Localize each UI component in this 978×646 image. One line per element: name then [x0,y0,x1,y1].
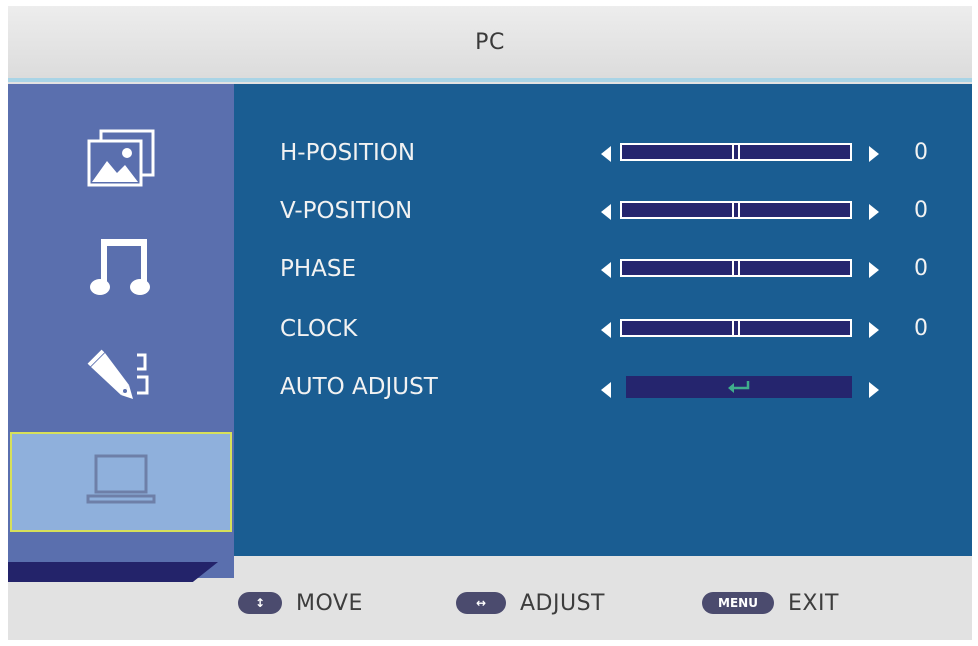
sidebar-item-pc[interactable] [10,432,232,532]
sidebar-item-picture[interactable] [8,106,234,210]
picture-icon [87,129,155,187]
setting-label: H-POSITION [280,140,416,166]
sidebar-footer-strip [8,562,218,582]
slider-thumb[interactable] [732,321,740,335]
osd-window: PC H-POSITION 0 V-POSITION 0 PHASE 0 CLO… [8,6,972,640]
decrease-arrow-icon[interactable] [601,382,611,398]
move-key-icon: ↕ [238,592,282,614]
setting-value: 0 [914,256,928,281]
title-bar: PC [8,6,972,78]
menu-title: PC [475,29,505,55]
increase-arrow-icon[interactable] [869,146,879,162]
setting-label: PHASE [280,256,357,282]
setting-label: AUTO ADJUST [280,374,438,400]
v-position-slider[interactable] [620,201,852,219]
setting-row-phase: PHASE 0 [234,250,972,290]
slider-thumb[interactable] [732,261,740,275]
setting-row-h-position: H-POSITION 0 [234,134,972,174]
decrease-arrow-icon[interactable] [601,204,611,220]
auto-adjust-button[interactable] [626,376,852,398]
decrease-arrow-icon[interactable] [601,146,611,162]
hint-adjust: ↔ ADJUST [456,578,605,628]
decrease-arrow-icon[interactable] [601,262,611,278]
slider-thumb[interactable] [732,145,740,159]
hint-exit: MENU EXIT [702,578,839,628]
setting-value: 0 [914,198,928,223]
h-position-slider[interactable] [620,143,852,161]
increase-arrow-icon[interactable] [869,382,879,398]
sidebar-item-setup[interactable] [8,322,234,426]
hint-move: ↕ MOVE [238,578,363,628]
setting-value: 0 [914,316,928,341]
category-sidebar [8,84,234,578]
pc-settings-panel: H-POSITION 0 V-POSITION 0 PHASE 0 CLOCK … [234,84,972,556]
enter-icon [728,381,750,393]
setting-row-v-position: V-POSITION 0 [234,192,972,232]
sidebar-item-sound[interactable] [8,214,234,318]
key-hints-bar: ↕ MOVE ↔ ADJUST MENU EXIT [234,578,972,628]
clock-slider[interactable] [620,319,852,337]
title-divider [8,78,972,82]
hint-label: ADJUST [520,590,605,616]
hint-label: EXIT [788,590,839,616]
monitor-icon [86,454,156,504]
setting-value: 0 [914,140,928,165]
setting-label: CLOCK [280,316,358,342]
adjust-key-icon: ↔ [456,592,506,614]
setting-label: V-POSITION [280,198,413,224]
increase-arrow-icon[interactable] [869,204,879,220]
increase-arrow-icon[interactable] [869,322,879,338]
setting-row-auto-adjust[interactable]: AUTO ADJUST [234,368,972,408]
phase-slider[interactable] [620,259,852,277]
decrease-arrow-icon[interactable] [601,322,611,338]
music-note-icon [90,239,150,295]
setting-row-clock: CLOCK 0 [234,310,972,350]
pen-setup-icon [87,349,149,399]
slider-thumb[interactable] [732,203,740,217]
increase-arrow-icon[interactable] [869,262,879,278]
hint-label: MOVE [296,590,363,616]
menu-key-icon: MENU [702,592,774,614]
